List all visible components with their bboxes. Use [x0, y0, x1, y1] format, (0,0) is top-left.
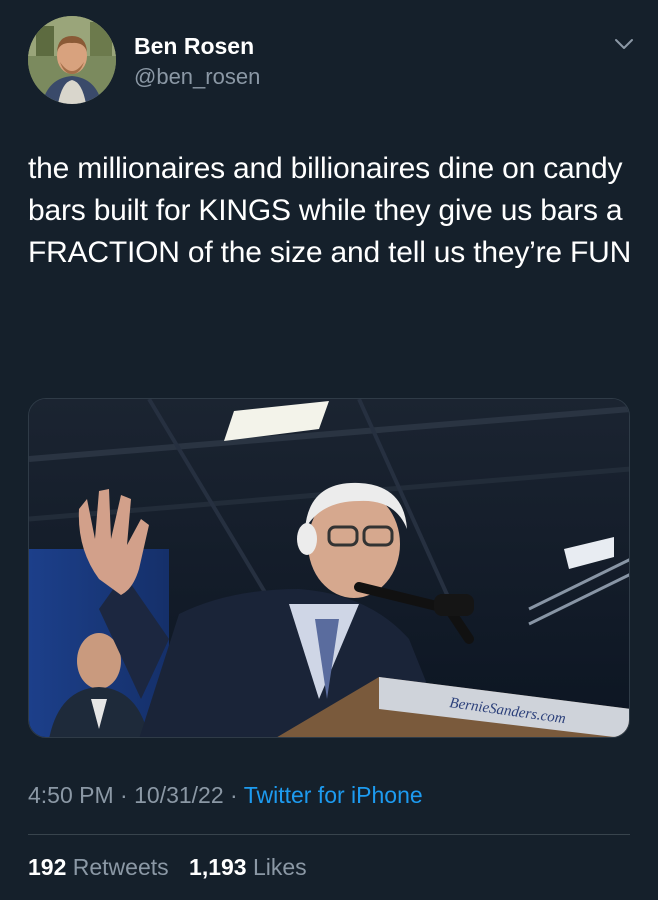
tweet-time[interactable]: 4:50 PM [28, 782, 114, 808]
tweet-card: Ben Rosen @ben_rosen the millionaires an… [0, 0, 658, 900]
tweet-text: the millionaires and billionaires dine o… [28, 152, 632, 269]
tweet-media-photo[interactable]: BernieSanders.com [28, 398, 630, 738]
meta-separator: · [230, 782, 238, 808]
avatar[interactable] [28, 16, 116, 104]
likes-label: Likes [252, 854, 307, 880]
tweet-header: Ben Rosen @ben_rosen [28, 16, 638, 106]
tweet-date[interactable]: 10/31/22 [134, 782, 224, 808]
author-handle[interactable]: @ben_rosen [134, 62, 260, 92]
avatar-image [28, 16, 116, 104]
photo-image: BernieSanders.com [29, 399, 629, 737]
retweets-count: 192 [28, 854, 67, 880]
meta-separator: · [120, 782, 128, 808]
tweet-meta: 4:50 PM · 10/31/22 · Twitter for iPhone [28, 782, 423, 809]
retweets-stat[interactable]: 192 Retweets [28, 854, 175, 880]
divider [28, 834, 630, 835]
tweet-source-link[interactable]: Twitter for iPhone [244, 782, 423, 808]
likes-count: 1,193 [189, 854, 247, 880]
chevron-down-icon[interactable] [612, 32, 636, 56]
author-names: Ben Rosen @ben_rosen [134, 32, 260, 92]
retweets-label: Retweets [72, 854, 169, 880]
author-display-name[interactable]: Ben Rosen [134, 32, 260, 60]
likes-stat[interactable]: 1,193 Likes [189, 854, 307, 880]
tweet-stats: 192 Retweets 1,193 Likes [28, 854, 321, 881]
